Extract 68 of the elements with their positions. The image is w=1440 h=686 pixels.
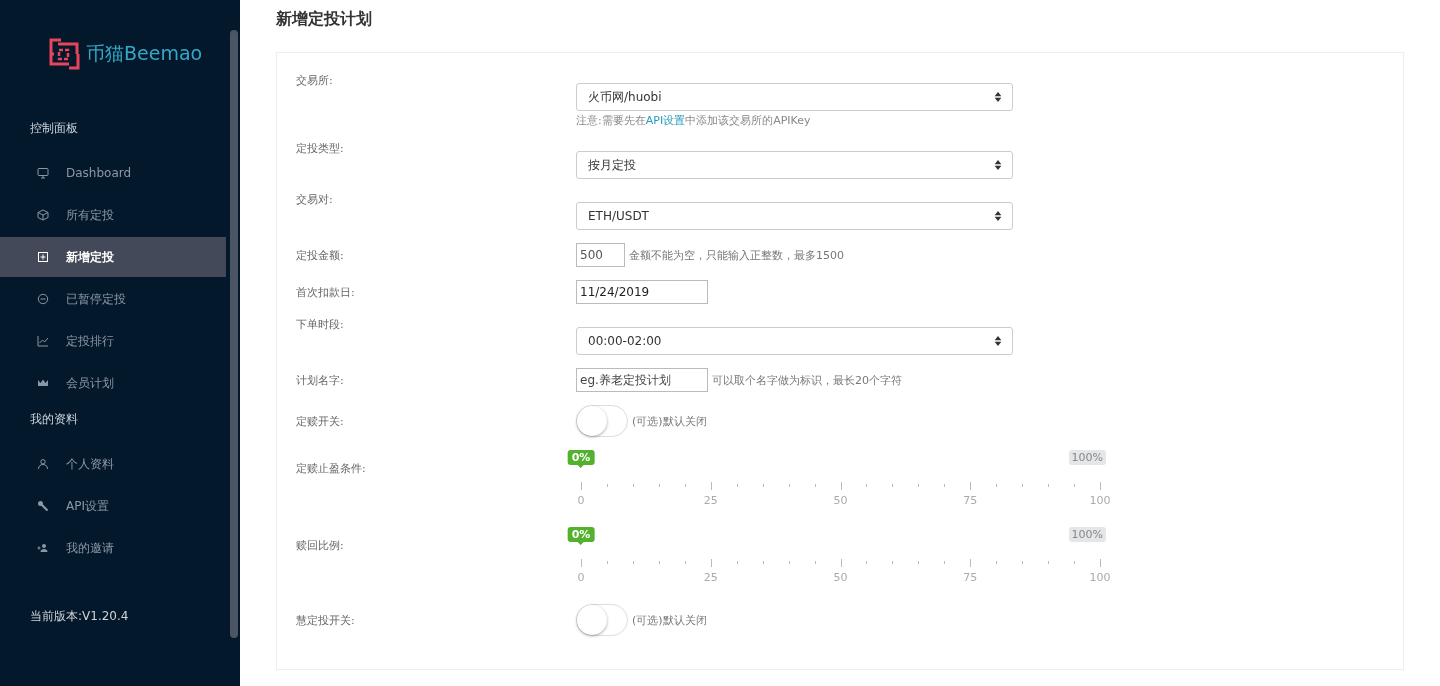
hint-text: 可以取个名字做为标识，最长20个字符	[712, 372, 902, 388]
version-text: 当前版本:V1.20.4	[29, 608, 130, 625]
toggle-switch[interactable]	[576, 604, 628, 636]
nav-item[interactable]: 会员计划	[0, 363, 226, 403]
tick-label: 50	[833, 571, 848, 584]
tick-label: 100	[1089, 494, 1111, 507]
field-label: 赎回比例:	[296, 538, 345, 553]
user-icon	[37, 458, 49, 470]
logo-icon	[48, 38, 80, 70]
sort-caret-icon	[994, 211, 1002, 221]
field-label: 下单时段:	[296, 317, 345, 332]
select-field[interactable]: ETH/USDT	[576, 202, 1013, 230]
nav-item[interactable]: 定投排行	[0, 321, 226, 361]
nav-item[interactable]: 新增定投	[0, 237, 226, 277]
tick-label: 100	[1089, 571, 1111, 584]
field-label: 定投金额:	[296, 247, 345, 263]
field-label: 定赎开关:	[296, 413, 345, 429]
toggle-switch[interactable]	[576, 405, 628, 437]
field-label: 定投类型:	[296, 141, 345, 156]
minus-circle-icon	[37, 293, 49, 305]
field-label: 定赎止盈条件:	[296, 461, 367, 476]
field-label: 交易所:	[296, 73, 334, 88]
select-field[interactable]: 火币网/huobi	[576, 83, 1013, 111]
field-label: 慧定投开关:	[296, 612, 356, 628]
sort-caret-icon	[994, 160, 1002, 170]
date-input[interactable]: 11/24/2019	[576, 280, 708, 304]
sort-caret-icon	[994, 336, 1002, 346]
page-title: 新增定投计划	[276, 9, 373, 30]
line-chart-icon	[37, 335, 49, 347]
nav-item[interactable]: Dashboard	[0, 153, 226, 193]
max-value-label: 100%	[1068, 450, 1106, 465]
hint-text: (可选)默认关闭	[632, 612, 707, 628]
nav-item[interactable]: 我的邀请	[0, 528, 226, 568]
tick-label: 0	[577, 571, 585, 584]
select-field[interactable]: 00:00-02:00	[576, 327, 1013, 355]
field-label: 交易对:	[296, 192, 334, 207]
sort-caret-icon	[994, 92, 1002, 102]
nav-item[interactable]: 已暂停定投	[0, 279, 226, 319]
tick-label: 25	[703, 494, 718, 507]
amount-input[interactable]: 500	[576, 243, 625, 267]
tick-label: 50	[833, 494, 848, 507]
nav-item[interactable]: API设置	[0, 486, 226, 526]
api-settings-link[interactable]: API设置	[645, 114, 686, 127]
field-label: 首次扣款日:	[296, 284, 356, 300]
tick-label: 0	[577, 494, 585, 507]
section-title: 我的资料	[29, 411, 79, 428]
slider-value-tooltip: 0%	[567, 527, 595, 542]
people-icon	[37, 542, 49, 554]
tick-label: 75	[963, 494, 978, 507]
tick-label: 75	[963, 571, 978, 584]
hint-text: 金额不能为空，只能输入正整数，最多1500	[629, 247, 844, 263]
select-field[interactable]: 按月定投	[576, 151, 1013, 179]
note-text: 注意:需要先在API设置中添加该交易所的APIKey	[576, 113, 812, 128]
slider-value-tooltip: 0%	[567, 450, 595, 465]
wrench-icon	[37, 500, 49, 512]
max-value-label: 100%	[1068, 527, 1106, 542]
hint-text: (可选)默认关闭	[632, 413, 707, 429]
field-label: 计划名字:	[296, 372, 345, 388]
nav-item[interactable]: 个人资料	[0, 444, 226, 484]
monitor-icon	[37, 167, 49, 179]
section-title: 控制面板	[29, 120, 79, 137]
nav-item[interactable]: 所有定投	[0, 195, 226, 235]
name-input[interactable]: eg.养老定投计划	[576, 368, 708, 392]
tick-label: 25	[703, 571, 718, 584]
plus-square-icon	[37, 251, 49, 263]
crown-icon	[37, 377, 49, 389]
cube-icon	[37, 209, 49, 221]
logo-text: 币猫Beemao	[86, 41, 203, 66]
